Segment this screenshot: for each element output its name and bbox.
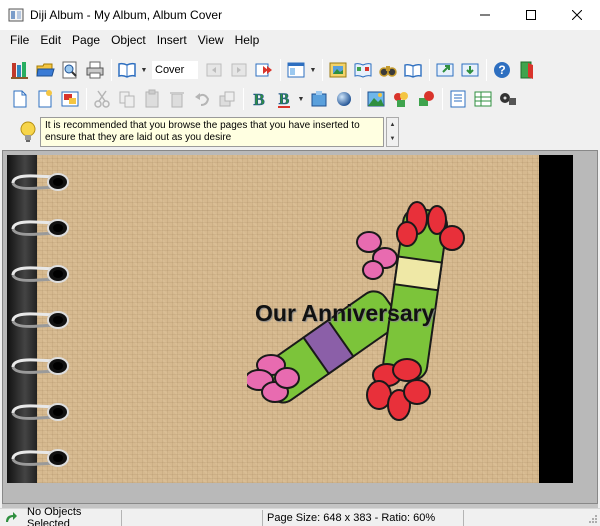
toolbar-separator [243, 88, 244, 110]
toolbar-separator [322, 59, 323, 81]
status-divider [463, 509, 464, 526]
binoculars-icon[interactable] [376, 58, 400, 82]
insert-shapes-icon[interactable] [414, 87, 438, 111]
tip-scrollbar[interactable]: ▲ ▼ [386, 117, 399, 147]
shape-icon[interactable] [307, 87, 331, 111]
list-icon[interactable] [446, 87, 470, 111]
title-bar[interactable]: Diji Album - My Album, Album Cover [0, 0, 600, 30]
book-view-dropdown[interactable]: ▼ [140, 58, 148, 82]
open-album-icon[interactable] [33, 58, 57, 82]
open-book-icon[interactable] [401, 58, 425, 82]
main-toolbar: ▼ ▼ [0, 56, 600, 84]
insert-clipart-icon[interactable] [389, 87, 413, 111]
edit-toolbar: B B ▼ [0, 85, 600, 113]
exit-icon[interactable] [515, 58, 539, 82]
next-page-icon[interactable] [227, 58, 251, 82]
close-button[interactable] [554, 0, 600, 30]
app-window: Diji Album - My Album, Album Cover File … [0, 0, 600, 526]
binding-ring [11, 265, 69, 285]
print-icon[interactable] [83, 58, 107, 82]
svg-text:B: B [253, 90, 264, 109]
menu-help[interactable]: Help [231, 33, 264, 47]
album-title-text[interactable]: Our Anniversary [255, 300, 434, 327]
binding-ring [11, 449, 69, 469]
layout-icon[interactable] [284, 58, 308, 82]
toolbar-separator [111, 59, 112, 81]
status-selection: No Objects Selected [27, 505, 82, 526]
maximize-button[interactable] [508, 0, 554, 30]
book-view-icon[interactable] [115, 58, 139, 82]
resize-grip-icon[interactable] [588, 514, 598, 524]
album-page-texture[interactable]: Our Anniversary [37, 155, 573, 483]
cut-icon[interactable] [90, 87, 114, 111]
bring-front-icon[interactable] [215, 87, 239, 111]
album-page-icon[interactable] [351, 58, 375, 82]
binding-ring [11, 357, 69, 377]
svg-text:B: B [279, 91, 290, 108]
tip-bar: It is recommended that you browse the pa… [0, 116, 600, 148]
photo-page-icon[interactable] [58, 87, 82, 111]
help-icon[interactable]: ? [490, 58, 514, 82]
status-empty-cell [122, 510, 262, 526]
lightbulb-icon [18, 120, 38, 144]
text-effect-dropdown[interactable]: ▼ [297, 87, 305, 111]
image-icon[interactable] [326, 58, 350, 82]
new-page-icon[interactable] [8, 87, 32, 111]
album-cover[interactable]: Our Anniversary [7, 155, 573, 483]
text-style-icon[interactable]: B [247, 87, 271, 111]
export-icon[interactable] [433, 58, 457, 82]
import-icon[interactable] [458, 58, 482, 82]
binding-ring [11, 219, 69, 239]
paste-icon[interactable] [140, 87, 164, 111]
scroll-up-icon[interactable]: ▲ [387, 118, 398, 132]
table-icon[interactable] [471, 87, 495, 111]
toolbar-separator [86, 88, 87, 110]
album-right-edge [539, 155, 573, 483]
red-flower-bottom [366, 358, 431, 421]
app-logo-icon [8, 7, 24, 23]
binding-ring [11, 311, 69, 331]
toolbar-separator [429, 59, 430, 81]
toolbar-separator [442, 88, 443, 110]
delete-icon[interactable] [165, 87, 189, 111]
film-icon[interactable] [496, 87, 520, 111]
menu-object[interactable]: Object [107, 33, 150, 47]
undo-icon[interactable] [190, 87, 214, 111]
insert-picture-icon[interactable] [364, 87, 388, 111]
toolbar-separator [280, 59, 281, 81]
status-page-info: Page Size: 648 x 383 - Ratio: 60% [267, 511, 436, 524]
toolbar-separator [486, 59, 487, 81]
binding-ring [11, 173, 69, 193]
window-title: Diji Album - My Album, Album Cover [30, 8, 223, 22]
svg-text:?: ? [498, 63, 505, 77]
toolbar-separator [360, 88, 361, 110]
copy-icon[interactable] [115, 87, 139, 111]
sphere-icon[interactable] [332, 87, 356, 111]
layout-dropdown[interactable]: ▼ [309, 58, 317, 82]
status-bar: No Objects Selected Page Size: 648 x 383… [0, 505, 600, 526]
print-preview-icon[interactable] [58, 58, 82, 82]
menu-bar: File Edit Page Object Insert View Help [0, 30, 600, 50]
menu-edit[interactable]: Edit [36, 33, 65, 47]
album-canvas[interactable]: Our Anniversary [2, 150, 598, 504]
text-effect-icon[interactable]: B [272, 87, 296, 111]
page-selector-field[interactable] [152, 61, 198, 79]
new-page-wizard-icon[interactable] [33, 87, 57, 111]
tip-text: It is recommended that you browse the pa… [40, 117, 384, 147]
status-arrow-icon [4, 511, 18, 525]
scroll-down-icon[interactable]: ▼ [387, 132, 398, 146]
minimize-button[interactable] [462, 0, 508, 30]
menu-file[interactable]: File [6, 33, 33, 47]
first-page-icon[interactable] [202, 58, 226, 82]
menu-view[interactable]: View [194, 33, 228, 47]
menu-page[interactable]: Page [68, 33, 104, 47]
menu-insert[interactable]: Insert [153, 33, 191, 47]
library-icon[interactable] [8, 58, 32, 82]
pink-flower-top [356, 231, 398, 280]
last-page-icon[interactable] [252, 58, 276, 82]
window-controls [462, 0, 600, 30]
binding-ring [11, 403, 69, 423]
